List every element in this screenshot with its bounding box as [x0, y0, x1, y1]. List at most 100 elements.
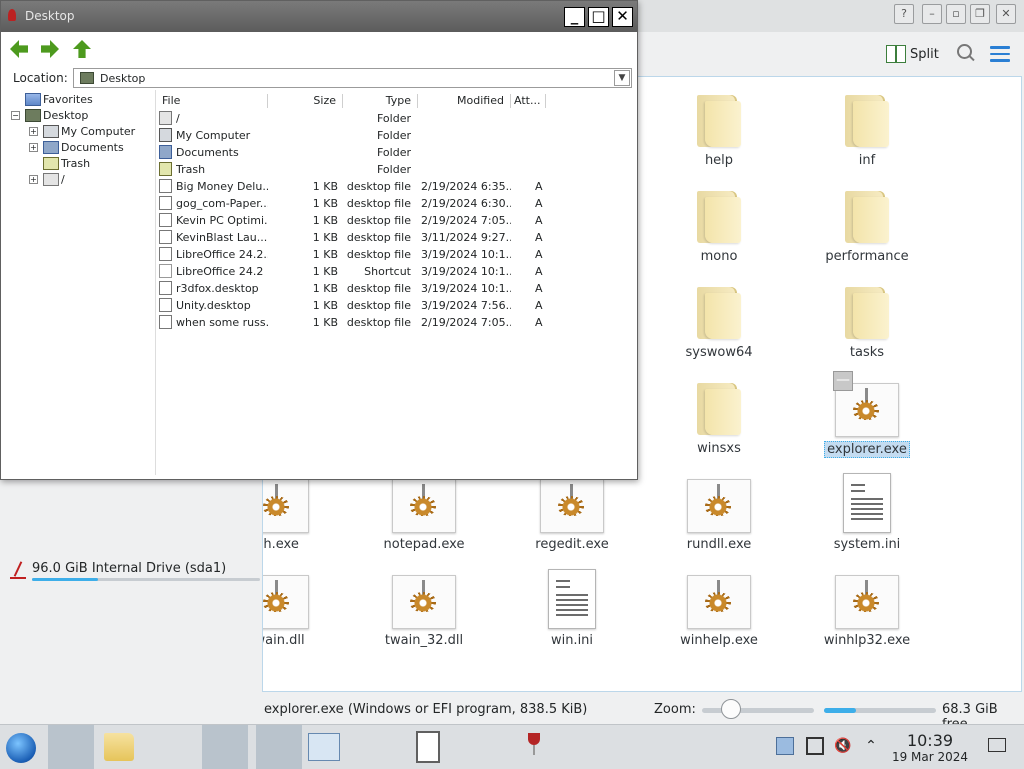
location-label: Location: [13, 71, 68, 85]
file-tile[interactable]: regedit.exe [502, 467, 642, 557]
file-list[interactable]: File Size Type Modified Att... / Folder My Com… [156, 90, 635, 475]
folder-icon [845, 287, 889, 339]
file-row[interactable]: Unity.desktop 1 KB desktop file 3/19/2024 7… [156, 297, 635, 314]
network-settings-task[interactable] [150, 725, 340, 769]
column-header-2[interactable]: Type [343, 94, 418, 108]
collapse-icon[interactable]: − [11, 111, 20, 120]
executable-icon [835, 575, 899, 629]
chevron-down-icon[interactable]: ▼ [614, 70, 630, 86]
file-tile-label: rundll.exe [686, 537, 752, 552]
column-header-3[interactable]: Modified [418, 94, 511, 108]
file-tile[interactable]: rundll.exe [649, 467, 789, 557]
tray-expand-icon[interactable]: ⌃ [862, 737, 880, 755]
file-row[interactable]: gog_com-Paper... 1 KB desktop file 2/19/202… [156, 195, 635, 212]
file-name: Kevin PC Optimi... [176, 214, 268, 227]
file-size: 1 KB [312, 282, 338, 295]
text-document-icon [843, 473, 891, 533]
file-type: desktop file [346, 180, 411, 193]
file-attributes: A [535, 299, 543, 312]
file-row[interactable]: Kevin PC Optimi... 1 KB desktop file 2/19/2… [156, 212, 635, 229]
file-tile[interactable]: — explorer.exe [797, 371, 937, 461]
file-tile[interactable]: winhelp.exe [649, 563, 789, 653]
file-tile[interactable]: inf [797, 83, 937, 173]
file-type: desktop file [346, 316, 411, 329]
wine-explorer-titlebar[interactable]: Desktop _ □ ✕ [1, 1, 637, 32]
computer-icon [159, 128, 172, 142]
wine-task[interactable] [256, 725, 540, 769]
file-tile[interactable]: system.ini [797, 467, 937, 557]
file-row[interactable]: LibreOffice 24.2... 1 KB desktop file 3/19/… [156, 246, 635, 263]
file-row[interactable]: / Folder [156, 110, 635, 127]
file-row[interactable]: Big Money Delu... 1 KB desktop file 2/19/20… [156, 178, 635, 195]
close-button[interactable]: ✕ [996, 4, 1016, 24]
executable-icon [687, 479, 751, 533]
split-button[interactable]: Split [886, 42, 939, 66]
up-arrow-icon[interactable] [73, 40, 91, 58]
column-header-1[interactable]: Size [268, 94, 343, 108]
file-tile[interactable]: performance [797, 179, 937, 269]
folder-tree[interactable]: Favorites − Desktop + My Computer + Documents T… [5, 90, 156, 475]
status-text: explorer.exe (Windows or EFI program, 83… [264, 702, 588, 717]
file-row[interactable]: Trash Folder [156, 161, 635, 178]
file-tile[interactable]: twain_32.dll [354, 563, 494, 653]
file-tile[interactable]: twain.dll [263, 563, 347, 653]
expand-icon[interactable]: + [29, 127, 38, 136]
zoom-slider-handle[interactable] [721, 699, 741, 719]
file-tile[interactable]: winsxs [649, 371, 789, 461]
places-drive-item[interactable]: 96.0 GiB Internal Drive (sda1) [8, 560, 260, 584]
file-tile[interactable]: hh.exe [263, 467, 347, 557]
file-row[interactable]: r3dfox.desktop 1 KB desktop file 3/19/2024 … [156, 280, 635, 297]
trash-icon [159, 162, 172, 176]
start-menu-button[interactable] [0, 725, 46, 769]
column-header-4[interactable]: Att... [511, 94, 546, 108]
file-size: 1 KB [312, 197, 338, 210]
keep-above-button[interactable]: ▫ [946, 4, 966, 24]
maximize-button[interactable]: □ [588, 7, 609, 27]
document-viewer-task[interactable] [202, 725, 440, 769]
hamburger-menu-icon[interactable] [990, 46, 1010, 62]
location-value: Desktop [100, 72, 146, 85]
clipboard-icon[interactable] [776, 737, 794, 755]
search-icon[interactable] [956, 43, 976, 63]
clock[interactable]: 10:39 19 Mar 2024 [880, 732, 980, 765]
file-size: 1 KB [312, 214, 338, 227]
volume-muted-icon[interactable]: 🔇 [834, 737, 852, 755]
file-type: desktop file [346, 197, 411, 210]
close-button[interactable]: ✕ [612, 7, 633, 27]
file-tile[interactable]: win.ini [502, 563, 642, 653]
location-combobox[interactable]: Desktop ▼ [73, 68, 632, 88]
file-row[interactable]: LibreOffice 24.2 1 KB Shortcut 3/19/2024 10… [156, 263, 635, 280]
zoom-slider-track[interactable] [702, 708, 814, 713]
file-modified: 3/11/2024 9:27... [421, 231, 511, 244]
expand-icon[interactable]: + [29, 175, 38, 184]
file-tile[interactable]: syswow64 [649, 275, 789, 365]
tasks-icon[interactable] [806, 737, 824, 755]
drive-label: 96.0 GiB Internal Drive (sda1) [32, 561, 227, 576]
file-tile[interactable]: tasks [797, 275, 937, 365]
file-name: Big Money Delu... [176, 180, 268, 193]
file-tile[interactable]: notepad.exe [354, 467, 494, 557]
show-desktop-icon[interactable] [988, 738, 1006, 752]
minimize-button[interactable]: – [922, 4, 942, 24]
forward-arrow-icon[interactable] [41, 40, 59, 58]
file-row[interactable]: Documents Folder [156, 144, 635, 161]
help-button[interactable]: ? [894, 4, 914, 24]
firefox-launcher[interactable] [98, 725, 234, 769]
file-tile[interactable]: winhlp32.exe [797, 563, 937, 653]
column-header-0[interactable]: File [159, 94, 268, 108]
file-manager-task[interactable] [48, 725, 134, 769]
file-icon [159, 298, 172, 312]
file-row[interactable]: KevinBlast Lau... 1 KB desktop file 3/11/20… [156, 229, 635, 246]
taskbar: 🔇 ⌃ 10:39 19 Mar 2024 [0, 724, 1024, 769]
expand-icon[interactable]: + [29, 143, 38, 152]
file-icon [159, 315, 172, 329]
minimize-button[interactable]: _ [564, 7, 585, 27]
file-tile[interactable]: help [649, 83, 789, 173]
back-arrow-icon[interactable] [10, 40, 28, 58]
restore-button[interactable]: ❐ [970, 4, 990, 24]
file-tile[interactable]: mono [649, 179, 789, 269]
file-row[interactable]: My Computer Folder [156, 127, 635, 144]
file-name: / [176, 112, 180, 125]
trash-icon [43, 157, 59, 170]
file-row[interactable]: when some russ... 1 KB desktop file 2/19/20… [156, 314, 635, 331]
